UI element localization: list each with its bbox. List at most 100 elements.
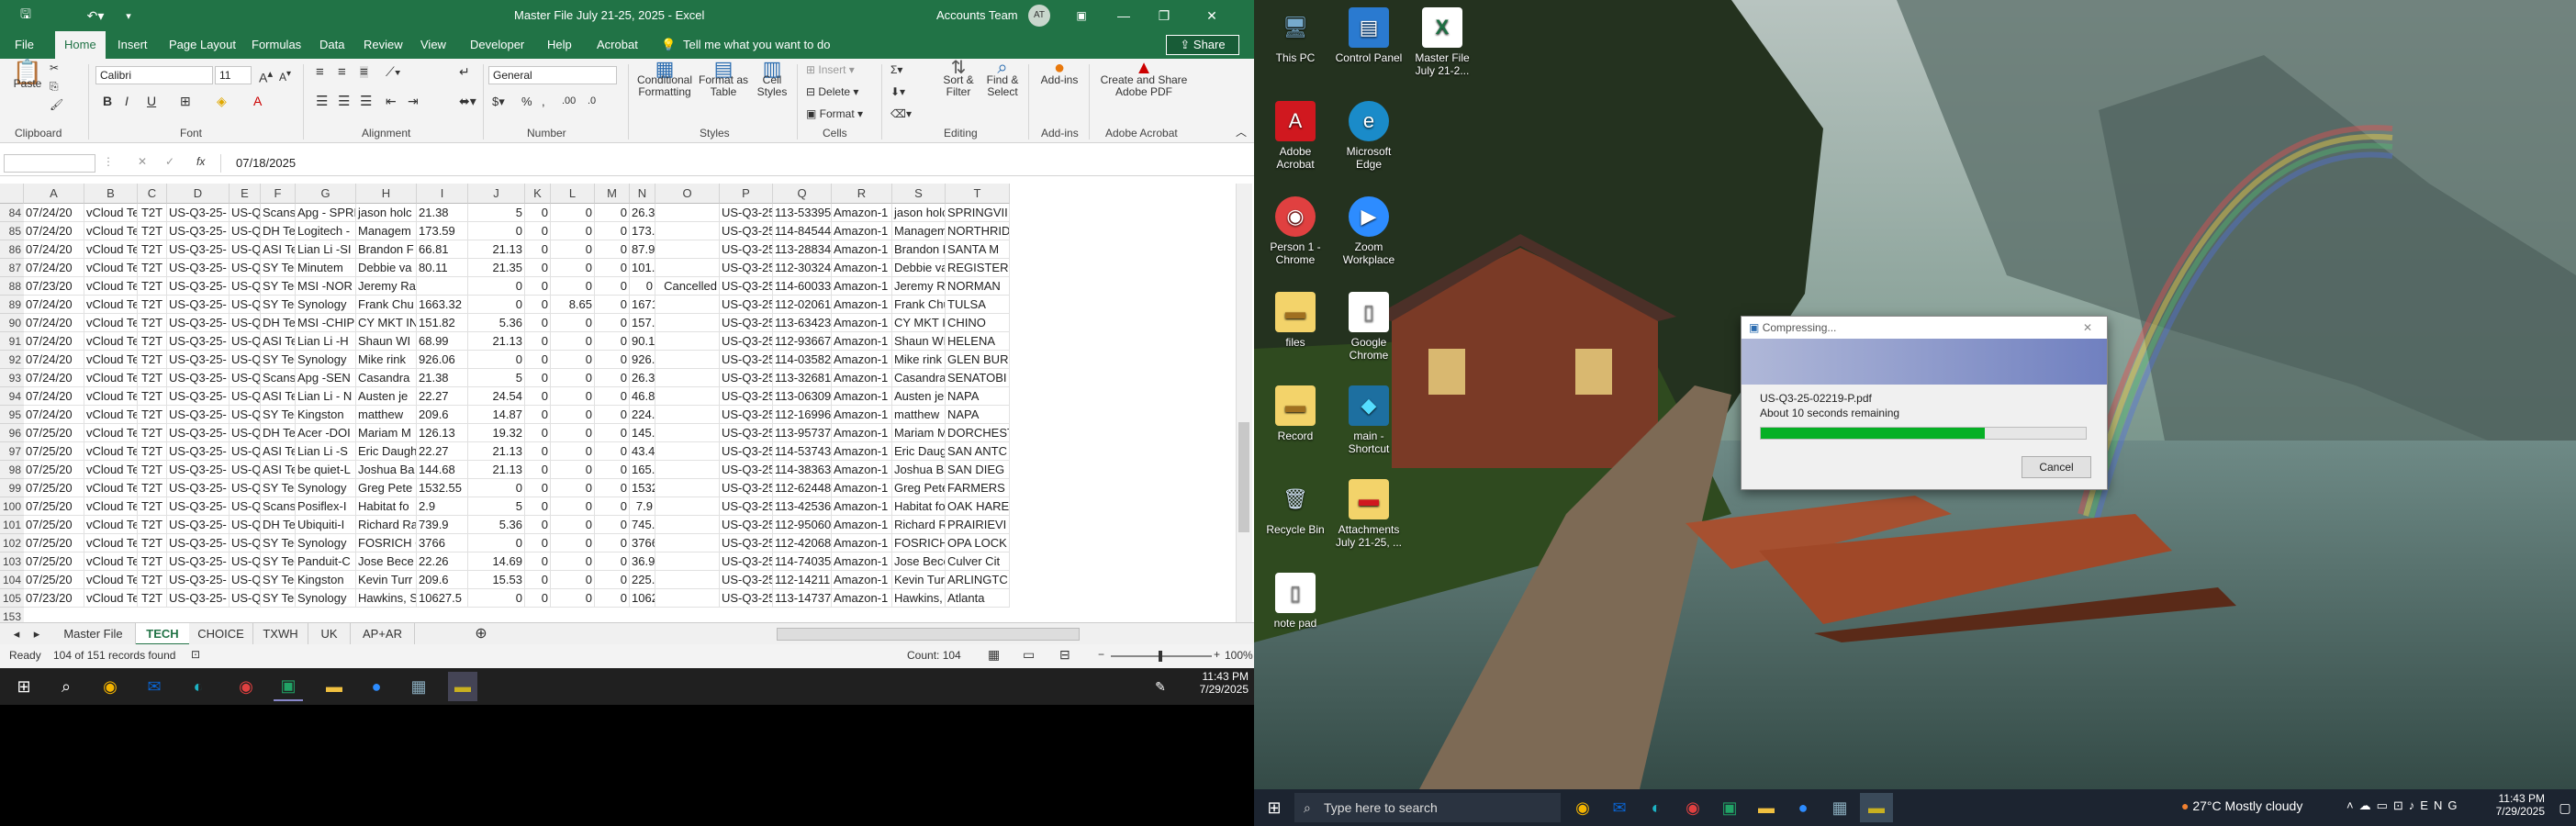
table-cell[interactable]: 0 (551, 351, 595, 369)
table-cell[interactable]: 1532.55 (417, 479, 468, 497)
table-cell[interactable]: 0 (525, 296, 551, 314)
cell-styles-button[interactable]: ▥ Cell Styles (751, 59, 793, 98)
decrease-indent-icon[interactable]: ⇤ (386, 95, 397, 107)
merge-center-icon[interactable]: ⬌▾ (459, 95, 476, 107)
table-cell[interactable]: 173.59 (630, 222, 655, 240)
table-cell[interactable]: vCloud Tech (84, 424, 138, 442)
table-cell[interactable]: 21.13 (468, 442, 525, 461)
table-cell[interactable]: Debbie va (356, 259, 417, 277)
table-cell[interactable]: 0 (551, 534, 595, 553)
increase-indent-icon[interactable]: ⇥ (408, 95, 419, 107)
tab-home[interactable]: Home (55, 31, 106, 59)
table-cell[interactable]: US-Q3-25- (230, 259, 261, 277)
table-cell[interactable]: Amazon-1 (832, 571, 892, 589)
table-cell[interactable]: US-Q3-25- (720, 204, 773, 222)
table-cell[interactable]: Kevin Turr (356, 571, 417, 589)
start-icon[interactable]: ⊞ (9, 672, 39, 701)
table-cell[interactable]: Lian Li -S (296, 442, 356, 461)
table-cell[interactable]: US-Q3-25- (230, 351, 261, 369)
table-cell[interactable]: ASI Tech (261, 461, 296, 479)
table-cell[interactable]: Amazon-1 (832, 424, 892, 442)
font-size-select[interactable]: 11 (215, 66, 252, 84)
sheet-tab-uk[interactable]: UK (308, 623, 351, 645)
table-cell[interactable]: be quiet-L (296, 461, 356, 479)
table-cell[interactable]: 22.27 (417, 387, 468, 406)
table-cell[interactable]: US-Q3-25- (230, 553, 261, 571)
table-cell[interactable]: T2T (138, 589, 167, 608)
table-cell[interactable]: 0 (525, 387, 551, 406)
table-cell[interactable]: 0 (551, 442, 595, 461)
row-header[interactable]: 85 (0, 222, 24, 240)
table-cell[interactable] (655, 351, 720, 369)
table-cell[interactable]: 07/24/20 (24, 332, 84, 351)
table-cell[interactable]: 07/24/20 (24, 296, 84, 314)
table-cell[interactable]: ARLINGTC (946, 571, 1010, 589)
table-cell[interactable]: 0 (468, 351, 525, 369)
table-cell[interactable]: T2T (138, 314, 167, 332)
table-cell[interactable]: 1671.97 (630, 296, 655, 314)
table-cell[interactable]: US-Q3-25- (230, 497, 261, 516)
table-cell[interactable]: Jeremy Ra (892, 277, 946, 296)
table-cell[interactable]: CHINO (946, 314, 1010, 332)
row-header[interactable]: 153 (0, 608, 24, 622)
table-cell[interactable]: Mariam M (892, 424, 946, 442)
create-pdf-button[interactable]: ▲ Create and Share Adobe PDF (1098, 59, 1190, 98)
table-cell[interactable]: NORMAN (946, 277, 1010, 296)
table-cell[interactable]: Amazon-1 (832, 240, 892, 259)
table-cell[interactable]: 66.81 (417, 240, 468, 259)
table-cell[interactable] (655, 479, 720, 497)
table-cell[interactable]: Casandra (892, 369, 946, 387)
table-cell[interactable]: 926.06 (417, 351, 468, 369)
select-all-corner[interactable] (0, 184, 24, 204)
table-cell[interactable]: SAN ANTC (946, 442, 1010, 461)
table-cell[interactable]: vCloud Tech (84, 442, 138, 461)
table-cell[interactable]: 145.45 (630, 424, 655, 442)
table-cell[interactable]: Richard Ra (356, 516, 417, 534)
row-header[interactable]: 102 (0, 534, 24, 553)
table-cell[interactable]: SANTA M (946, 240, 1010, 259)
table-cell[interactable]: US-Q3-25- (720, 259, 773, 277)
column-header[interactable]: K (525, 184, 551, 204)
table-cell[interactable]: 0 (551, 424, 595, 442)
table-cell[interactable]: 10627.5 (417, 589, 468, 608)
table-cell[interactable]: 0 (525, 534, 551, 553)
table-cell[interactable]: US-Q3-25- (720, 516, 773, 534)
table-cell[interactable]: US-Q3-25- (230, 387, 261, 406)
table-cell[interactable]: DH Tech (261, 516, 296, 534)
table-cell[interactable] (655, 314, 720, 332)
file-explorer-icon[interactable]: ▬ (1750, 793, 1783, 822)
table-cell[interactable]: 5 (468, 369, 525, 387)
table-cell[interactable]: 0 (595, 516, 630, 534)
table-cell[interactable]: 07/24/20 (24, 204, 84, 222)
table-cell[interactable]: 157.18 (630, 314, 655, 332)
table-cell[interactable]: vCloud Tech (84, 387, 138, 406)
table-cell[interactable]: 0 (525, 259, 551, 277)
table-cell[interactable]: 07/23/20 (24, 277, 84, 296)
cut-icon[interactable]: ✂ (50, 62, 59, 74)
table-cell[interactable]: US-Q3-25- (720, 461, 773, 479)
underline-icon[interactable]: U (147, 95, 156, 107)
table-cell[interactable]: SY Tech (261, 351, 296, 369)
table-cell[interactable]: DH Tech (261, 424, 296, 442)
table-cell[interactable]: 209.6 (417, 406, 468, 424)
table-cell[interactable]: 0 (595, 571, 630, 589)
row-header[interactable]: 86 (0, 240, 24, 259)
table-cell[interactable]: Scansourc (261, 369, 296, 387)
table-cell[interactable] (655, 259, 720, 277)
table-cell[interactable]: 113-95737 (773, 424, 832, 442)
table-cell[interactable]: T2T (138, 571, 167, 589)
table-cell[interactable]: US-Q3-25- (720, 497, 773, 516)
table-cell[interactable]: Mariam M (356, 424, 417, 442)
row-header[interactable]: 94 (0, 387, 24, 406)
table-cell[interactable]: Richard Ra (892, 516, 946, 534)
table-cell[interactable] (655, 534, 720, 553)
table-cell[interactable]: 0 (595, 277, 630, 296)
collapse-ribbon-icon[interactable]: ︿ (1236, 127, 1247, 139)
table-cell[interactable]: T2T (138, 461, 167, 479)
search-icon[interactable]: ⌕ (51, 672, 81, 701)
table-cell[interactable]: Acer -DOI (296, 424, 356, 442)
table-cell[interactable] (655, 204, 720, 222)
paste-button[interactable]: 📋 Paste (11, 60, 44, 90)
row-header[interactable]: 91 (0, 332, 24, 351)
chrome-icon[interactable]: ◉ (95, 672, 125, 701)
